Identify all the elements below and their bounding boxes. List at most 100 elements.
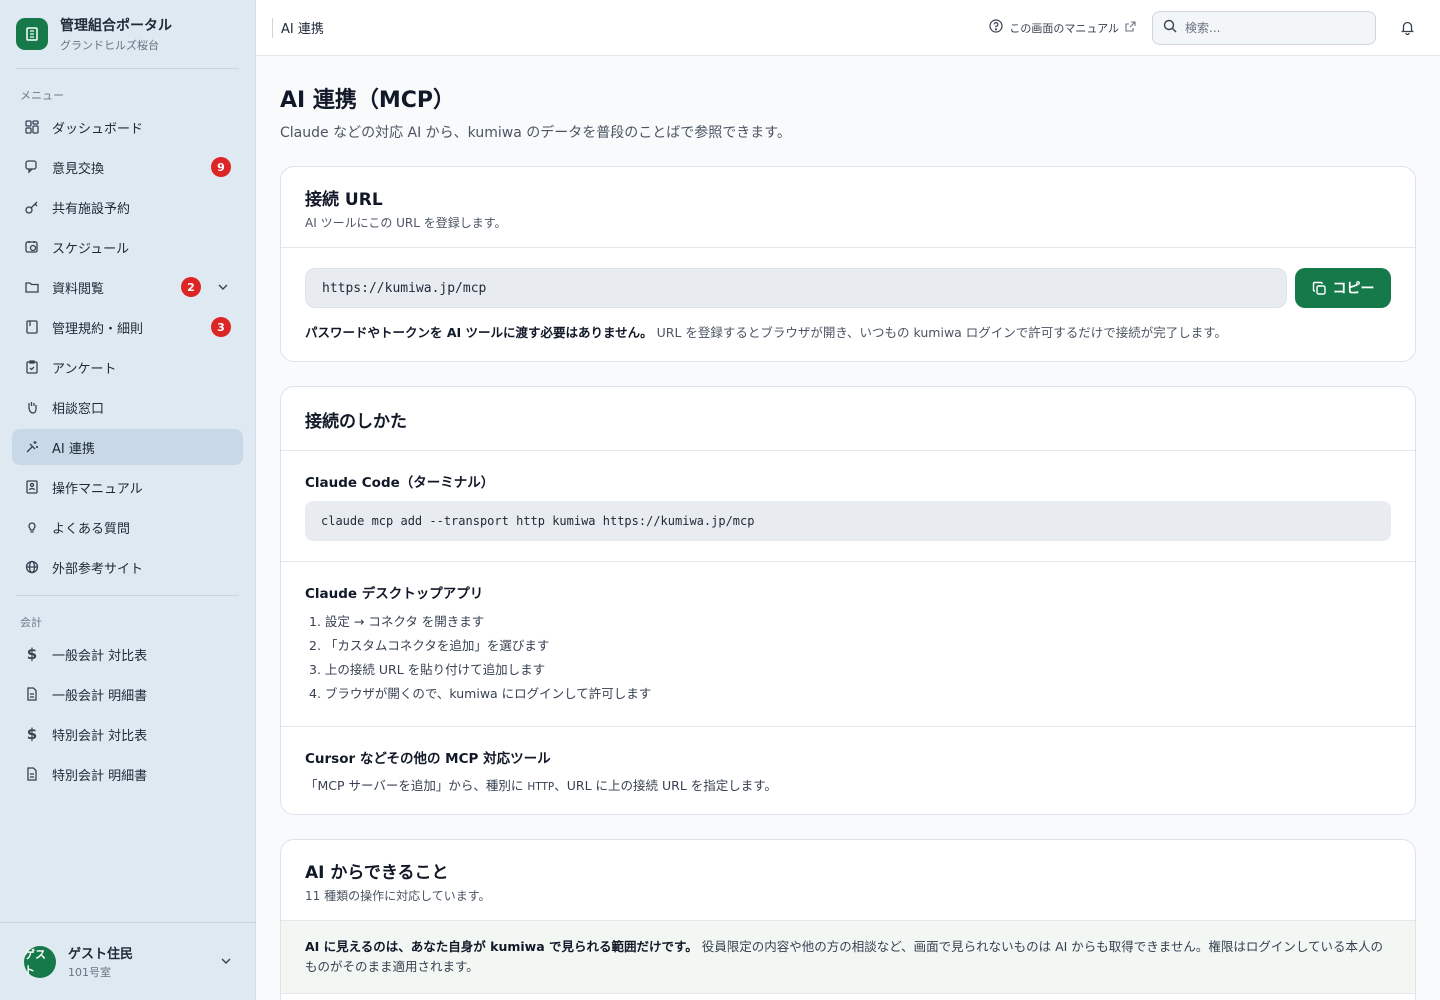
sidebar-item-label: 意見交換 xyxy=(52,161,105,177)
page-subtitle: Claude などの対応 AI から、kumiwa のデータを普段のことばで参照… xyxy=(280,125,791,141)
document-icon xyxy=(24,766,40,782)
card-header: 接続 URL AI ツールにこの URL を登録します。 xyxy=(281,167,1415,248)
chevron-down-icon[interactable] xyxy=(215,281,231,293)
sidebar-item-ai-integration[interactable]: AI 連携 xyxy=(12,429,243,465)
capabilities-card: AI からできること 11 種類の操作に対応しています。 AI に見えるのは、あ… xyxy=(280,839,1416,1000)
unread-badge: 3 xyxy=(211,317,231,337)
brand-title: 管理組合ポータル xyxy=(60,18,172,34)
sidebar-item-facility-booking[interactable]: 共有施設予約 xyxy=(12,189,243,225)
connection-url-field[interactable]: https://kumiwa.jp/mcp xyxy=(305,268,1287,308)
connection-note-text: URL を登録するとブラウザが開き、いつもの kumiwa ログインで許可するだ… xyxy=(656,325,1228,340)
book-icon xyxy=(24,319,40,335)
url-row: https://kumiwa.jp/mcp コピー xyxy=(305,268,1391,308)
card-title: 接続 URL xyxy=(305,190,383,210)
sidebar: 管理組合ポータル グランドヒルズ桜台 メニュー ダッシュボード 意見交換 9 共… xyxy=(0,0,256,1000)
user-name: ゲスト住民 xyxy=(68,947,134,962)
command-box[interactable]: claude mcp add --transport http kumiwa h… xyxy=(305,501,1391,541)
card-title: 接続のしかた xyxy=(305,412,407,432)
sidebar-item-bylaws[interactable]: 管理規約・細則 3 xyxy=(12,309,243,345)
document-icon xyxy=(24,686,40,702)
section-title: Claude デスクトップアプリ xyxy=(305,586,484,602)
search-icon xyxy=(1163,18,1177,37)
sidebar-item-label: AI 連携 xyxy=(52,441,95,457)
card-header: 接続のしかた xyxy=(281,387,1415,451)
connection-note: パスワードやトークンを AI ツールに渡す必要はありません。 URL を登録する… xyxy=(305,322,1391,341)
sidebar-item-label: 一般会計 明細書 xyxy=(52,688,148,704)
main-content: AI 連携（MCP） Claude などの対応 AI から、kumiwa のデー… xyxy=(256,56,1440,1000)
sidebar-item-dashboard[interactable]: ダッシュボード xyxy=(12,109,243,145)
folder-icon xyxy=(24,279,40,295)
sidebar-item-survey[interactable]: アンケート xyxy=(12,349,243,385)
permission-notice: AI に見えるのは、あなた自身が kumiwa で見られる範囲だけです。 役員限… xyxy=(281,920,1415,994)
search-input[interactable] xyxy=(1185,20,1355,35)
sidebar-item-label: 特別会計 対比表 xyxy=(52,728,148,744)
manual-icon xyxy=(24,479,40,495)
other-tools-text-2: 、URL に上の接続 URL を指定します。 xyxy=(554,778,778,793)
chevron-down-icon[interactable] xyxy=(220,952,232,971)
card-body xyxy=(281,994,1415,1000)
connection-note-bold: パスワードやトークンを AI ツールに渡す必要はありません。 xyxy=(305,325,653,340)
card-header: AI からできること 11 種類の操作に対応しています。 xyxy=(281,840,1415,920)
other-tools-section: Cursor などその他の MCP 対応ツール 「MCP サーバーを追加」から、… xyxy=(281,727,1415,814)
user-room: 101号室 xyxy=(68,966,111,979)
dollar-icon: $ xyxy=(26,725,38,743)
sidebar-item-schedule[interactable]: スケジュール xyxy=(12,229,243,265)
sidebar-item-special-comparison[interactable]: $ 特別会計 対比表 xyxy=(12,716,243,752)
other-tools-text: 「MCP サーバーを追加」から、種別に HTTP、URL に上の接続 URL を… xyxy=(305,775,1391,794)
screen-manual-label: この画面のマニュアル xyxy=(1009,21,1119,35)
sidebar-item-label: よくある質問 xyxy=(52,521,131,537)
building-logo-icon xyxy=(16,18,48,50)
sidebar-item-manual[interactable]: 操作マニュアル xyxy=(12,469,243,505)
accounting-section-label: 会計 xyxy=(20,616,42,629)
brand[interactable]: 管理組合ポータル グランドヒルズ桜台 xyxy=(0,0,255,68)
screen-manual-link[interactable]: この画面のマニュアル xyxy=(989,19,1136,36)
user-menu[interactable]: ゲスト ゲスト住民 101号室 xyxy=(0,922,256,1000)
sidebar-item-label: 相談窓口 xyxy=(52,401,105,417)
copy-button-label: コピー xyxy=(1332,281,1375,297)
sidebar-item-label: ダッシュボード xyxy=(52,121,144,137)
sidebar-item-label: 操作マニュアル xyxy=(52,481,143,497)
other-tools-text-1: 「MCP サーバーを追加」から、種別に xyxy=(305,778,524,793)
page-title: AI 連携（MCP） xyxy=(280,88,456,113)
sidebar-item-external-sites[interactable]: 外部参考サイト xyxy=(12,549,243,585)
key-icon xyxy=(24,199,40,215)
copy-button[interactable]: コピー xyxy=(1295,268,1391,308)
sidebar-item-label: アンケート xyxy=(52,361,117,377)
claude-code-section: Claude Code（ターミナル） claude mcp add --tran… xyxy=(281,451,1415,562)
copy-icon xyxy=(1312,281,1326,295)
section-title: Cursor などその他の MCP 対応ツール xyxy=(305,751,551,767)
help-circle-icon xyxy=(989,19,1003,36)
sidebar-item-faq[interactable]: よくある質問 xyxy=(12,509,243,545)
unread-badge: 2 xyxy=(181,277,201,297)
sparkle-plug-icon xyxy=(24,439,40,455)
list-item: 3. 上の接続 URL を貼り付けて追加します xyxy=(309,662,546,677)
claude-desktop-section: Claude デスクトップアプリ 1. 設定 → コネクタ を開きます 2. 「… xyxy=(281,562,1415,727)
notice-bold: AI に見えるのは、あなた自身が kumiwa で見られる範囲だけです。 xyxy=(305,939,698,954)
card-title: AI からできること xyxy=(305,863,449,883)
card-body: https://kumiwa.jp/mcp コピー パスワードやトークンを AI… xyxy=(281,248,1415,361)
list-item: 4. ブラウザが開くので、kumiwa にログインして許可します xyxy=(309,686,652,701)
sidebar-item-special-statement[interactable]: 特別会計 明細書 xyxy=(12,756,243,792)
sidebar-item-label: 資料閲覧 xyxy=(52,281,105,297)
globe-icon xyxy=(24,559,40,575)
sidebar-item-general-comparison[interactable]: $ 一般会計 対比表 xyxy=(12,636,243,672)
menu-section-label: メニュー xyxy=(20,89,64,102)
bell-icon[interactable] xyxy=(1400,20,1416,35)
accounting-nav: $ 一般会計 対比表 一般会計 明細書 $ 特別会計 対比表 特別会計 明細書 xyxy=(0,636,255,792)
sidebar-item-general-statement[interactable]: 一般会計 明細書 xyxy=(12,676,243,712)
card-description: 11 種類の操作に対応しています。 xyxy=(305,889,491,903)
sidebar-item-documents[interactable]: 資料閲覧 2 xyxy=(12,269,243,305)
list-item: 1. 設定 → コネクタ を開きます xyxy=(309,614,485,629)
card-description: AI ツールにこの URL を登録します。 xyxy=(305,216,507,230)
sidebar-item-label: スケジュール xyxy=(52,241,130,257)
sidebar-item-consultation[interactable]: 相談窓口 xyxy=(12,389,243,425)
search-box[interactable] xyxy=(1152,10,1376,45)
topbar: AI 連携 この画面のマニュアル xyxy=(256,0,1440,56)
main-nav: ダッシュボード 意見交換 9 共有施設予約 スケジュール 資料閲覧 2 管理規約… xyxy=(0,109,255,585)
sidebar-item-label: 外部参考サイト xyxy=(52,561,144,577)
sidebar-item-discussion[interactable]: 意見交換 9 xyxy=(12,149,243,185)
calendar-clock-icon xyxy=(24,239,40,255)
breadcrumb: AI 連携 xyxy=(272,17,324,38)
steps-list: 1. 設定 → コネクタ を開きます 2. 「カスタムコネクタを追加」を選びます… xyxy=(305,610,1391,706)
connection-url-card: 接続 URL AI ツールにこの URL を登録します。 https://kum… xyxy=(280,166,1416,362)
